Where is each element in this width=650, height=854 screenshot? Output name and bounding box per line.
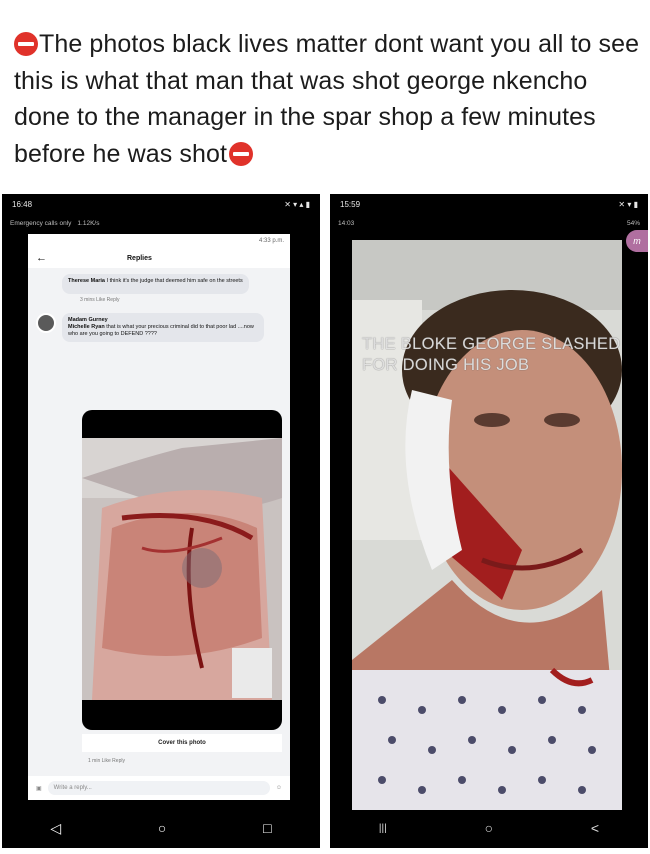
status-bar: 15:59 ✕ ▾ ▮ bbox=[330, 194, 648, 214]
comment-bubble: Madam Gurney Michelle Ryan that is what … bbox=[62, 313, 264, 342]
battery-label: 54% bbox=[626, 219, 640, 227]
left-phone-screenshot: 16:48 ✕ ▾ ▴ ▮ Emergency calls only 1.12K… bbox=[2, 194, 320, 848]
comment: Madam Gurney Michelle Ryan that is what … bbox=[28, 307, 290, 344]
back-nav-icon[interactable]: ◁ bbox=[50, 820, 61, 837]
inner-time: 4:33 p.m. bbox=[258, 238, 284, 244]
story-photo: THE BLOKE GEORGE SLASHED FOR DOING HIS J… bbox=[352, 240, 622, 810]
status-subbar: 14:03 54% bbox=[330, 214, 648, 232]
app-badge[interactable]: m bbox=[626, 230, 648, 252]
comment-author[interactable]: Therese Maria bbox=[68, 278, 105, 284]
home-nav-icon[interactable]: ○ bbox=[158, 820, 166, 836]
reply-input[interactable]: Write a reply... bbox=[47, 781, 270, 795]
no-entry-icon bbox=[229, 141, 254, 166]
avatar[interactable] bbox=[36, 313, 56, 333]
cover-photo-button[interactable]: Cover this photo bbox=[82, 734, 282, 752]
right-phone-screenshot: 15:59 ✕ ▾ ▮ 14:03 54% m THE BLOKE GEORGE… bbox=[330, 194, 648, 848]
inner-status-bar: 4:33 p.m. bbox=[28, 234, 290, 248]
android-nav-bar: ||| ○ < bbox=[330, 808, 648, 848]
back-arrow-icon[interactable]: ← bbox=[36, 252, 47, 264]
speed-label: 1.12K/s bbox=[77, 219, 100, 227]
emoji-icon[interactable]: ☺ bbox=[276, 785, 282, 791]
facebook-replies-view: 4:33 p.m. ← Replies Therese Maria I thin… bbox=[28, 234, 290, 800]
injury-photo bbox=[82, 438, 282, 700]
no-entry-icon bbox=[14, 32, 38, 56]
back-nav-icon[interactable]: < bbox=[591, 820, 599, 836]
status-bar: 16:48 ✕ ▾ ▴ ▮ bbox=[2, 194, 320, 214]
status-subbar: Emergency calls only 1.12K/s bbox=[2, 214, 320, 232]
status-time: 15:59 bbox=[340, 199, 361, 209]
replies-header: ← Replies bbox=[28, 248, 290, 268]
reply-placeholder: Write a reply... bbox=[53, 785, 92, 791]
story-caption: THE BLOKE GEORGE SLASHED FOR DOING HIS J… bbox=[362, 335, 621, 374]
reply-composer: ▣ Write a reply... ☺ bbox=[28, 776, 290, 800]
replies-title: Replies bbox=[127, 254, 152, 262]
android-nav-bar: ◁ ○ □ bbox=[2, 808, 320, 848]
camera-icon[interactable]: ▣ bbox=[36, 785, 42, 792]
inner-time: 14:03 bbox=[338, 219, 355, 227]
emergency-label: Emergency calls only bbox=[10, 219, 72, 227]
comment-mention[interactable]: Michelle Ryan bbox=[68, 324, 105, 330]
cover-photo-label: Cover this photo bbox=[158, 740, 206, 746]
comment-bubble: Therese Maria I think it's the judge tha… bbox=[62, 274, 249, 294]
home-nav-icon[interactable]: ○ bbox=[485, 820, 493, 836]
comment: Therese Maria I think it's the judge tha… bbox=[28, 268, 290, 296]
comment-meta[interactable]: 1 min Like Reply bbox=[88, 758, 125, 764]
signal-icons: ✕ ▾ ▴ ▮ bbox=[284, 199, 310, 209]
comment-author[interactable]: Madam Gurney bbox=[68, 317, 108, 323]
menu-nav-icon[interactable]: ||| bbox=[379, 823, 387, 834]
attached-photo[interactable] bbox=[82, 410, 282, 730]
caption-text: The photos black lives matter dont want … bbox=[14, 30, 640, 168]
face-photo bbox=[352, 240, 622, 810]
comment-text: I think it's the judge that deemed him s… bbox=[106, 278, 243, 284]
signal-icons: ✕ ▾ ▮ bbox=[618, 199, 638, 209]
post-caption: The photos black lives matter dont want … bbox=[14, 26, 640, 172]
recent-apps-icon[interactable]: □ bbox=[263, 820, 271, 836]
comment-meta[interactable]: 3 mins Like Reply bbox=[28, 296, 290, 307]
status-time: 16:48 bbox=[12, 199, 33, 209]
